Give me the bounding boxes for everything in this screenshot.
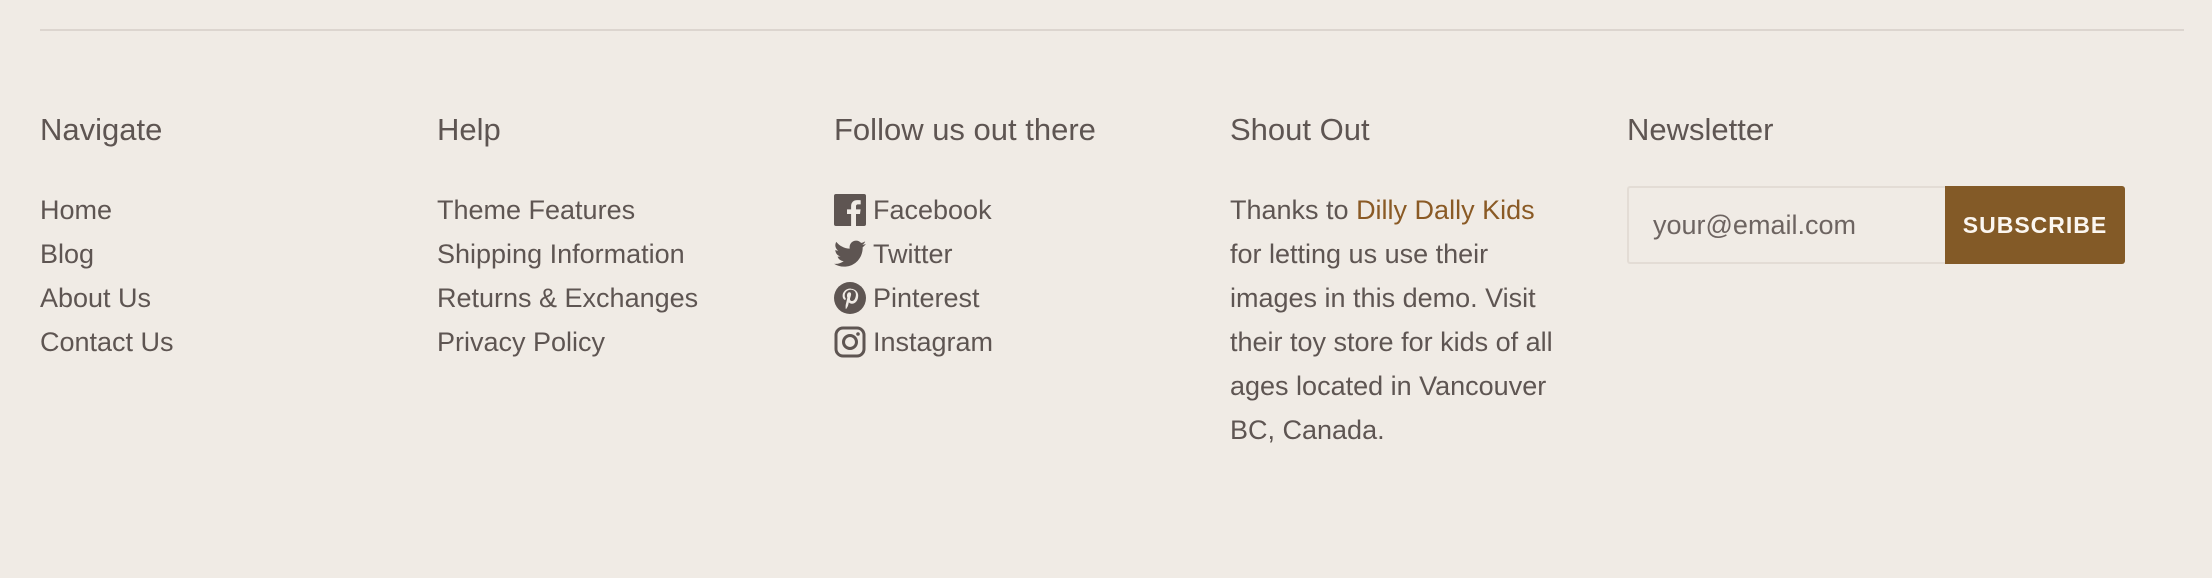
help-link-returns-exchanges[interactable]: Returns & Exchanges xyxy=(437,276,698,320)
shoutout-text-after: for letting us use their images in this … xyxy=(1230,239,1553,445)
navigate-links: Home Blog About Us Contact Us xyxy=(40,188,174,364)
newsletter-form: SUBSCRIBE xyxy=(1627,186,2125,264)
newsletter-heading: Newsletter xyxy=(1627,112,1774,147)
shoutout-text: Thanks to Dilly Dally Kids for letting u… xyxy=(1230,188,1570,452)
social-link-pinterest[interactable]: Pinterest xyxy=(834,276,1096,320)
newsletter-column: Newsletter SUBSCRIBE xyxy=(1627,108,2125,264)
nav-link-about-us[interactable]: About Us xyxy=(40,276,174,320)
dilly-dally-kids-link[interactable]: Dilly Dally Kids xyxy=(1356,195,1535,225)
facebook-icon xyxy=(834,194,866,226)
nav-link-contact-us[interactable]: Contact Us xyxy=(40,320,174,364)
nav-link-home[interactable]: Home xyxy=(40,188,174,232)
shoutout-column: Shout Out Thanks to Dilly Dally Kids for… xyxy=(1230,108,1570,452)
social-column: Follow us out there Facebook Twitter Pin… xyxy=(834,108,1096,364)
social-links: Facebook Twitter Pinterest Instagram xyxy=(834,188,1096,364)
social-label-pinterest: Pinterest xyxy=(873,283,980,313)
social-heading: Follow us out there xyxy=(834,112,1096,147)
help-heading: Help xyxy=(437,112,501,147)
shoutout-text-before: Thanks to xyxy=(1230,195,1357,225)
help-link-shipping-information[interactable]: Shipping Information xyxy=(437,232,698,276)
pinterest-icon xyxy=(834,282,866,314)
subscribe-button[interactable]: SUBSCRIBE xyxy=(1945,186,2125,264)
navigate-column: Navigate Home Blog About Us Contact Us xyxy=(40,108,174,364)
footer-divider xyxy=(40,29,2184,31)
social-link-twitter[interactable]: Twitter xyxy=(834,232,1096,276)
social-label-facebook: Facebook xyxy=(873,195,992,225)
email-input[interactable] xyxy=(1627,186,1945,264)
navigate-heading: Navigate xyxy=(40,112,163,147)
social-link-facebook[interactable]: Facebook xyxy=(834,188,1096,232)
help-link-theme-features[interactable]: Theme Features xyxy=(437,188,698,232)
nav-link-blog[interactable]: Blog xyxy=(40,232,174,276)
twitter-icon xyxy=(834,238,866,270)
social-label-instagram: Instagram xyxy=(873,327,994,357)
help-column: Help Theme Features Shipping Information… xyxy=(437,108,698,364)
social-link-instagram[interactable]: Instagram xyxy=(834,320,1096,364)
help-link-privacy-policy[interactable]: Privacy Policy xyxy=(437,320,698,364)
shoutout-heading: Shout Out xyxy=(1230,112,1370,147)
instagram-icon xyxy=(834,326,866,358)
social-label-twitter: Twitter xyxy=(873,239,953,269)
help-links: Theme Features Shipping Information Retu… xyxy=(437,188,698,364)
